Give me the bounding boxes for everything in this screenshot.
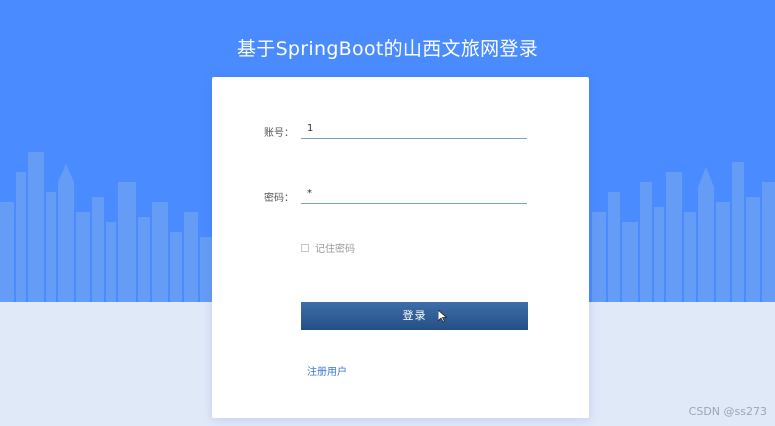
account-input[interactable]: 1 bbox=[301, 119, 527, 139]
login-button[interactable]: 登录 bbox=[301, 302, 528, 330]
login-card: 账号： 1 密码： * 记住密码 登录 注册用户 bbox=[212, 77, 589, 418]
cursor-arrow-icon bbox=[438, 310, 447, 323]
password-input[interactable]: * bbox=[301, 184, 527, 204]
remember-label: 记住密码 bbox=[315, 244, 355, 255]
remember-checkbox[interactable] bbox=[301, 243, 309, 252]
account-label: 账号： bbox=[264, 128, 294, 139]
remember-password[interactable]: 记住密码 bbox=[301, 240, 355, 255]
register-link[interactable]: 注册用户 bbox=[307, 363, 347, 378]
page-title: 基于SpringBoot的山西文旅网登录 bbox=[236, 38, 539, 60]
watermark: CSDN @ss273 bbox=[688, 405, 767, 418]
password-label: 密码： bbox=[264, 193, 294, 204]
